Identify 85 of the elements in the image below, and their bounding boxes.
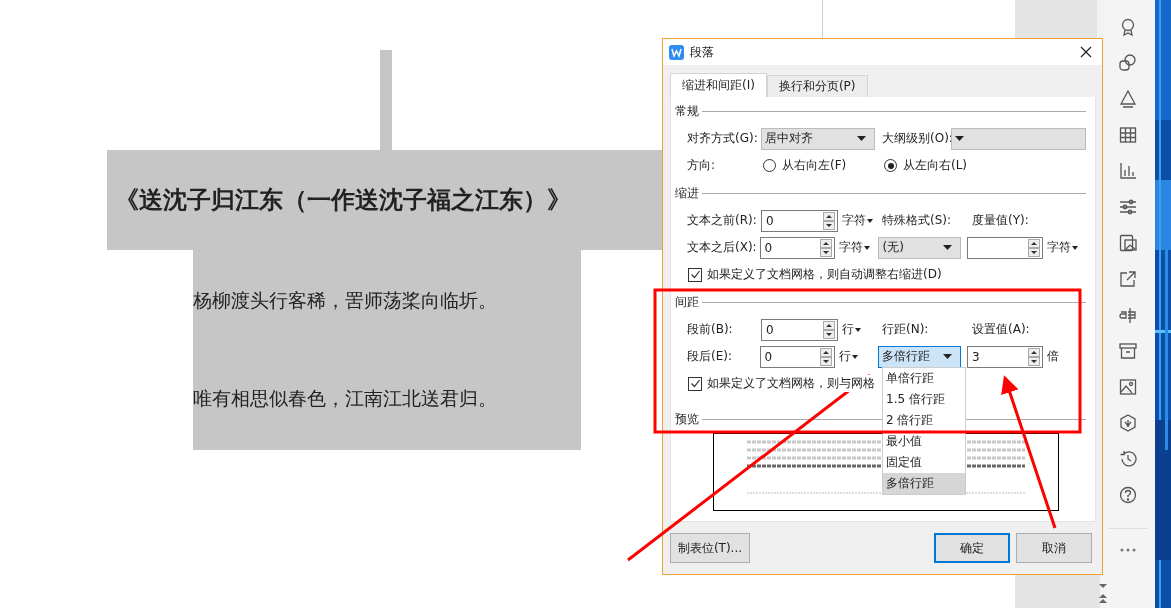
field-label: 文本之后(X): xyxy=(687,239,758,256)
field-label: 特殊格式(S): xyxy=(882,212,953,229)
share-icon[interactable] xyxy=(1118,270,1137,288)
dropdown-option[interactable]: 最小值 xyxy=(883,431,965,452)
field-label: 设置值(A): xyxy=(972,321,1030,338)
archive-icon[interactable] xyxy=(1118,342,1137,360)
table-icon[interactable] xyxy=(1118,126,1137,144)
poem-title: 《送沈子归江东（一作送沈子福之江东）》 xyxy=(115,185,571,216)
field-label: 段后(E): xyxy=(687,348,733,365)
checkbox-label[interactable]: 如果定义了文档网格，则自动调整右缩进(D) xyxy=(707,266,942,283)
unit-dropdown[interactable]: 行 xyxy=(838,321,882,338)
number-field[interactable]: 0 xyxy=(759,345,836,368)
checkbox[interactable] xyxy=(688,267,702,282)
line-spacing-dropdown[interactable]: 多倍行距 xyxy=(878,345,962,368)
poem-line: 唯有相思似春色，江南江北送君归。 xyxy=(193,386,497,411)
section-heading: 预览 xyxy=(675,410,699,428)
dropdown-option[interactable]: 多倍行距 xyxy=(883,473,965,494)
unit-dropdown[interactable]: 行 xyxy=(835,348,879,365)
section-heading: 缩进 xyxy=(675,184,699,202)
field-label: 文本之前(R): xyxy=(687,212,758,229)
special-format-dropdown[interactable]: (无) xyxy=(878,236,962,259)
spin-arrows-icon[interactable] xyxy=(823,320,835,339)
dropdown-option[interactable]: 固定值 xyxy=(883,452,965,473)
sliders-icon[interactable] xyxy=(1118,198,1137,216)
bar-chart-icon[interactable] xyxy=(1118,162,1137,180)
tab[interactable]: 缩进和间距(I) xyxy=(670,73,767,97)
field-label: 段前(B): xyxy=(687,321,734,338)
field-label: 对齐方式(G): xyxy=(687,130,759,147)
dropdown-option[interactable]: 1.5 倍行距 xyxy=(883,389,965,410)
radio-label[interactable]: 从右向左(F) xyxy=(782,157,847,174)
dialog-button[interactable]: 确定 xyxy=(934,533,1010,563)
radio-button[interactable] xyxy=(884,159,897,172)
layers-icon[interactable] xyxy=(1118,90,1137,108)
checkbox[interactable] xyxy=(688,376,702,391)
radio-label[interactable]: 从左向右(L) xyxy=(903,157,968,174)
caret-icon xyxy=(852,354,859,359)
dialog-title: 段落 xyxy=(690,43,714,61)
translate-icon[interactable] xyxy=(1118,306,1137,324)
caret-icon xyxy=(1071,245,1078,250)
spin-arrows-icon[interactable] xyxy=(823,211,835,230)
poem-line: 杨柳渡头行客稀，罟师荡桨向临圻。 xyxy=(193,288,497,313)
number-field[interactable]: 0 xyxy=(761,209,838,232)
caret-icon xyxy=(867,218,873,223)
help-icon[interactable] xyxy=(1118,486,1137,504)
caret-icon xyxy=(943,245,953,250)
dropdown-option[interactable]: 2 倍行距 xyxy=(883,410,965,431)
dropdown-option[interactable]: 单倍行距 xyxy=(883,368,965,389)
unit-dropdown[interactable]: 字符 xyxy=(835,239,879,256)
caret-icon xyxy=(855,327,861,332)
caret-icon xyxy=(864,245,871,250)
section-heading: 间距 xyxy=(675,293,699,311)
field-label: 方向: xyxy=(687,157,717,174)
number-field[interactable]: 0 xyxy=(761,318,838,341)
hexagon-icon[interactable] xyxy=(1118,414,1137,432)
unit-label: 倍 xyxy=(1045,348,1060,365)
unit-dropdown[interactable]: 字符 xyxy=(838,212,882,229)
app-logo-icon xyxy=(669,44,684,60)
checkbox-label[interactable]: 如果定义了文档网格，则与网格 xyxy=(707,375,875,392)
unit-dropdown[interactable]: 字符 xyxy=(1042,239,1086,256)
more-icon[interactable] xyxy=(1118,547,1137,553)
tab[interactable]: 换行和分页(P) xyxy=(766,75,868,97)
caret-icon xyxy=(857,136,866,141)
number-field[interactable] xyxy=(967,236,1043,259)
scroll-arrows-icon[interactable] xyxy=(1098,582,1108,604)
caret-icon xyxy=(955,136,964,141)
field-label: 大纲级别(O): xyxy=(882,130,951,147)
image-frame-icon[interactable] xyxy=(1118,234,1137,252)
spin-arrows-icon[interactable] xyxy=(820,238,833,257)
dialog-button[interactable]: 制表位(T)... xyxy=(670,533,750,563)
dialog-button[interactable]: 取消 xyxy=(1016,533,1092,563)
number-field[interactable]: 3 xyxy=(967,345,1043,368)
radio-button[interactable] xyxy=(763,159,776,172)
spin-arrows-icon[interactable] xyxy=(820,347,833,366)
number-field[interactable]: 0 xyxy=(759,236,836,259)
close-icon[interactable] xyxy=(1080,46,1092,58)
field-label: 度量值(Y): xyxy=(972,212,1029,229)
history-icon[interactable] xyxy=(1118,450,1137,468)
caret-icon xyxy=(943,354,953,359)
alignment-dropdown[interactable]: 居中对齐 xyxy=(761,127,875,150)
section-heading: 常规 xyxy=(675,102,699,120)
spin-arrows-icon[interactable] xyxy=(1027,238,1040,257)
image-icon[interactable] xyxy=(1118,378,1137,396)
field-label: 行距(N): xyxy=(882,321,930,338)
spin-arrows-icon[interactable] xyxy=(1027,347,1040,366)
shapes-icon[interactable] xyxy=(1118,54,1137,72)
